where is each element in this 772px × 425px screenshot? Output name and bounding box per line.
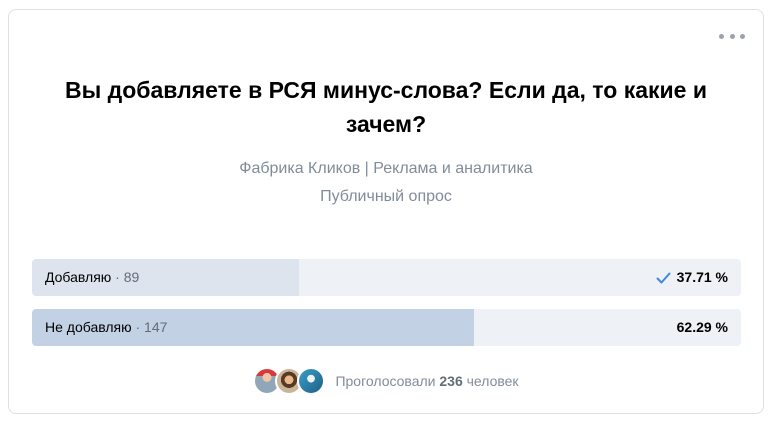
poll-voters: Проголосовали 236 человек (9, 366, 763, 396)
poll-author[interactable]: Фабрика Кликов | Реклама и аналитика (9, 158, 763, 180)
option-percent: 62.29 % (677, 309, 728, 346)
option-vote-count: · 89 (111, 269, 140, 285)
option-label-text: Добавляю (45, 269, 112, 285)
voters-prefix: Проголосовали (335, 373, 440, 389)
voter-avatars[interactable] (253, 367, 326, 395)
check-icon (656, 272, 671, 284)
more-menu-button[interactable] (719, 29, 745, 43)
voters-total: 236 (439, 373, 463, 389)
option-label: Не добавляю · 147 (45, 309, 167, 346)
option-label-text: Не добавляю (45, 319, 132, 335)
option-percent: 37.71 % (656, 259, 728, 296)
more-dots-icon (719, 33, 724, 39)
option-label: Добавляю · 89 (45, 259, 139, 296)
poll-option-not-add[interactable]: Не добавляю · 147 62.29 % (32, 309, 741, 346)
option-percent-text: 37.71 % (676, 269, 728, 285)
more-dots-icon (729, 33, 735, 39)
more-dots-icon (740, 33, 745, 39)
avatar[interactable] (297, 367, 326, 395)
voters-count-text[interactable]: Проголосовали 236 человек (335, 373, 518, 389)
option-vote-count: · 147 (131, 319, 168, 335)
voters-suffix: человек (462, 373, 519, 389)
option-percent-text: 62.29 % (676, 319, 728, 335)
poll-kind: Публичный опрос (320, 188, 452, 205)
poll-title: Вы добавляете в РСЯ минус-слова? Если да… (65, 77, 707, 137)
poll-card: Вы добавляете в РСЯ минус-слова? Если да… (8, 9, 764, 414)
poll-option-add[interactable]: Добавляю · 89 37.71 % (32, 259, 741, 296)
